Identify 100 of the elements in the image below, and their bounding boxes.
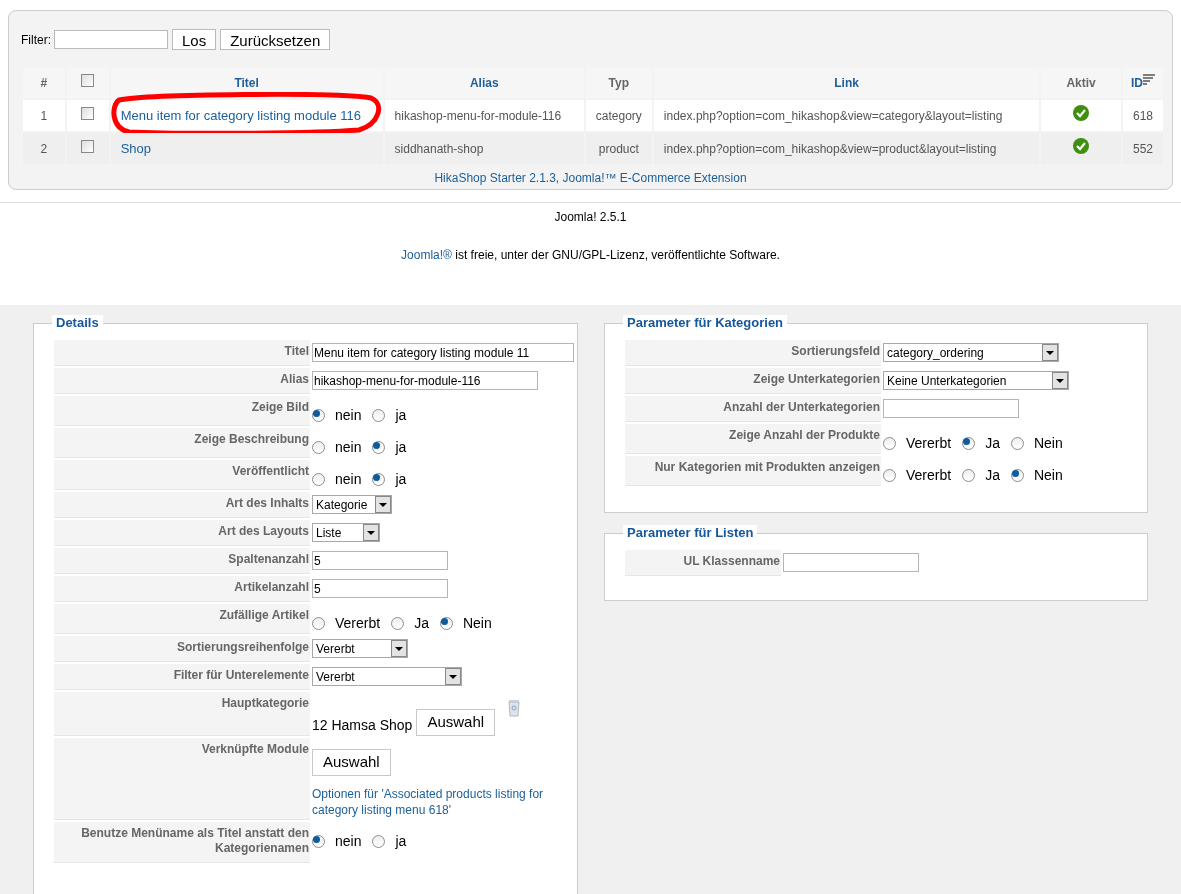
radio-button[interactable] <box>391 617 405 630</box>
field-label: Benutze Menüname als Titel anstatt den Kategorienamen <box>54 821 310 863</box>
field-label: Spaltenanzahl <box>54 548 310 574</box>
dropdown[interactable]: Kategorie <box>312 495 392 514</box>
radio-button[interactable] <box>962 469 976 482</box>
trash-icon[interactable] <box>508 699 521 717</box>
field-label: Veröffentlicht <box>54 460 310 490</box>
radio-label: Nein <box>1033 434 1063 453</box>
radio-label: nein <box>335 470 362 489</box>
row-number: 1 <box>23 100 65 131</box>
field-label: Anzahl der Unterkategorien <box>625 396 881 422</box>
field-label: Alias <box>54 368 310 394</box>
alias-cell: hikashop-menu-for-module-116 <box>384 100 584 131</box>
radio-button[interactable] <box>883 437 896 450</box>
field-label: Zeige Unterkategorien <box>625 368 881 394</box>
text-field[interactable]: Menu item for category listing module 11 <box>312 343 574 362</box>
link-cell: index.php?option=com_hikashop&view=category&layout=listing <box>653 100 1040 131</box>
caret-icon <box>1052 372 1068 389</box>
check-icon[interactable] <box>1073 138 1090 154</box>
alias-cell: siddhanath-shop <box>384 133 584 164</box>
dropdown[interactable]: Vererbt <box>312 639 408 658</box>
radio-label: ja <box>395 438 407 457</box>
check-icon[interactable] <box>1073 105 1090 121</box>
field-label: Art des Layouts <box>54 520 310 546</box>
license-text: Joomla!® ist freie, unter der GNU/GPL-Lizenz, veröffentlichte Software. <box>401 247 780 264</box>
extension-link[interactable]: HikaShop Starter 2.1.3, Joomla!™ E-Commerce Extension <box>434 171 747 185</box>
caret-icon <box>375 496 391 513</box>
radio-label: nein <box>335 438 362 457</box>
filter-label: Filter: <box>21 31 51 49</box>
caret-icon <box>391 640 407 657</box>
version-text: Joomla! 2.5.1 <box>554 209 627 226</box>
field-label: Verknüpfte Module <box>54 738 310 820</box>
field-label: Zeige Anzahl der Produkte <box>625 424 881 454</box>
radio-button[interactable] <box>883 469 896 482</box>
category-value: 12 Hamsa Shop <box>312 716 413 735</box>
field-label: Hauptkategorie <box>54 692 310 736</box>
type-cell: product <box>585 133 652 164</box>
fieldset-title: Parameter für Kategorien <box>623 315 788 331</box>
caret-icon <box>445 668 461 685</box>
id-cell: 618 <box>1122 100 1163 131</box>
field-label: Titel <box>54 340 310 366</box>
radio-label: ja <box>395 406 407 425</box>
text-field[interactable] <box>883 399 1019 418</box>
checkbox[interactable] <box>81 74 95 87</box>
select-button[interactable]: Auswahl <box>416 709 496 736</box>
radio-button[interactable] <box>372 409 386 422</box>
field-label: Filter für Unterelemente <box>54 664 310 690</box>
filter-button[interactable]: Los <box>172 29 217 50</box>
radio-button[interactable] <box>962 437 976 450</box>
field-label: Zeige Beschreibung <box>54 428 310 458</box>
title-link[interactable]: Shop <box>120 140 152 156</box>
field-label: Artikelanzahl <box>54 576 310 602</box>
field-label: UL Klassenname <box>625 550 781 576</box>
text-field[interactable]: hikashop-menu-for-module-116 <box>312 371 538 390</box>
dropdown[interactable]: Liste <box>312 523 380 542</box>
radio-label: Vererbt <box>906 434 952 453</box>
field-label: Zufällige Artikel <box>54 604 310 634</box>
radio-button[interactable] <box>372 441 386 454</box>
dropdown[interactable]: Keine Unterkategorien <box>883 371 1069 390</box>
link-cell: index.php?option=com_hikashop&view=product&layout=listing <box>653 133 1040 164</box>
field-label: Sortierungsreihenfolge <box>54 636 310 662</box>
radio-label: Ja <box>414 614 429 633</box>
text-field[interactable] <box>783 553 919 572</box>
radio-button[interactable] <box>372 834 386 848</box>
id-cell: 552 <box>1122 133 1163 164</box>
radio-button[interactable] <box>312 617 325 630</box>
radio-button[interactable] <box>312 473 325 486</box>
dropdown[interactable]: category_ordering <box>883 343 1059 362</box>
radio-label: ja <box>395 831 407 851</box>
radio-label: Nein <box>462 614 492 633</box>
radio-button[interactable] <box>312 409 325 422</box>
radio-label: Vererbt <box>906 466 952 485</box>
radio-label: Ja <box>985 434 1000 453</box>
radio-button[interactable] <box>312 441 325 454</box>
joomla-link[interactable]: Joomla!® <box>401 248 452 262</box>
field-label: Art des Inhalts <box>54 492 310 518</box>
radio-button[interactable] <box>372 473 386 486</box>
checkbox[interactable] <box>81 139 95 153</box>
type-cell: category <box>585 100 652 131</box>
radio-label: nein <box>335 406 362 425</box>
caret-icon <box>363 524 379 541</box>
radio-button[interactable] <box>1010 469 1024 482</box>
radio-label: nein <box>335 831 362 851</box>
filter-button[interactable]: Zurücksetzen <box>220 29 331 50</box>
field-label: Sortierungsfeld <box>625 340 881 366</box>
options-link[interactable]: Optionen für 'Associated products listing for category listing menu 618' <box>312 785 562 818</box>
radio-label: Nein <box>1033 466 1063 485</box>
dropdown[interactable]: Vererbt <box>312 667 462 686</box>
caret-icon <box>1042 344 1058 361</box>
select-button[interactable]: Auswahl <box>312 749 391 776</box>
radio-button[interactable] <box>312 834 325 848</box>
filter-field[interactable] <box>54 30 168 49</box>
field-label: Zeige Bild <box>54 396 310 426</box>
text-field[interactable]: 5 <box>312 579 448 598</box>
radio-button[interactable] <box>1010 437 1024 450</box>
radio-button[interactable] <box>439 617 453 630</box>
radio-label: ja <box>395 470 407 489</box>
checkbox[interactable] <box>81 106 95 120</box>
text-field[interactable]: 5 <box>312 551 448 570</box>
sort-icon[interactable] <box>1142 74 1155 86</box>
